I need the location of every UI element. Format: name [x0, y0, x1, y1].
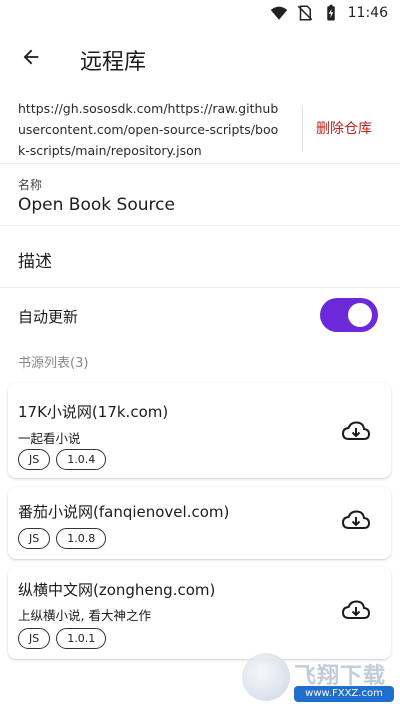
source-title: 纵横中文网(zongheng.com) — [18, 581, 216, 599]
repository-url-row: https://gh.sososdk.com/https://raw.githu… — [0, 94, 400, 164]
repository-url: https://gh.sososdk.com/https://raw.githu… — [18, 101, 279, 158]
watermark-emblem — [242, 653, 290, 701]
status-time: 11:46 — [347, 5, 388, 21]
source-list-header: 书源列表(3) — [18, 356, 89, 371]
source-description: 上纵横小说, 看大神之作 — [18, 608, 151, 623]
page-title: 远程库 — [80, 50, 147, 75]
auto-update-row: 自动更新 — [0, 288, 400, 342]
download-button[interactable] — [341, 510, 371, 536]
source-card[interactable]: 番茄小说网(fanqienovel.com) JS 1.0.8 — [8, 487, 391, 559]
battery-charging-icon — [322, 4, 340, 22]
auto-update-toggle[interactable] — [320, 298, 378, 332]
source-title: 番茄小说网(fanqienovel.com) — [18, 503, 230, 521]
name-field[interactable]: 名称 Open Book Source — [0, 164, 400, 226]
cloud-download-icon — [341, 600, 371, 626]
description-field[interactable]: 描述 — [0, 226, 400, 288]
divider — [302, 106, 303, 152]
source-title: 17K小说网(17k.com) — [18, 403, 169, 421]
version-chip: 1.0.1 — [56, 628, 107, 649]
name-value: Open Book Source — [18, 195, 175, 215]
source-tags: JS 1.0.4 — [18, 449, 107, 470]
status-bar: 11:46 — [0, 0, 400, 28]
wifi-icon — [270, 4, 288, 22]
version-chip: 1.0.8 — [56, 528, 107, 549]
source-tags: JS 1.0.8 — [18, 528, 107, 549]
toggle-knob — [348, 303, 372, 327]
arrow-left-icon — [20, 46, 42, 72]
version-chip: 1.0.4 — [56, 449, 107, 470]
tag-chip: JS — [18, 628, 51, 649]
download-button[interactable] — [341, 600, 371, 626]
cloud-download-icon — [341, 421, 371, 447]
delete-repository-button[interactable]: 删除仓库 — [316, 118, 372, 138]
name-label: 名称 — [18, 178, 43, 192]
watermark-logo: 飞翔下载 www.FXXZ.com — [236, 650, 396, 710]
tag-chip: JS — [18, 449, 51, 470]
app-bar: 远程库 — [0, 30, 400, 90]
cloud-download-icon — [341, 510, 371, 536]
back-button[interactable] — [14, 42, 48, 76]
watermark-site: www.FXXZ.com — [294, 686, 394, 702]
auto-update-label: 自动更新 — [18, 308, 79, 326]
source-card[interactable]: 17K小说网(17k.com) 一起看小说 JS 1.0.4 — [8, 383, 391, 478]
source-description: 一起看小说 — [18, 431, 81, 446]
source-card[interactable]: 纵横中文网(zongheng.com) 上纵横小说, 看大神之作 JS 1.0.… — [8, 567, 391, 659]
no-sim-icon — [296, 4, 314, 22]
description-label: 描述 — [18, 252, 52, 272]
source-tags: JS 1.0.1 — [18, 628, 107, 649]
tag-chip: JS — [18, 528, 51, 549]
download-button[interactable] — [341, 421, 371, 447]
